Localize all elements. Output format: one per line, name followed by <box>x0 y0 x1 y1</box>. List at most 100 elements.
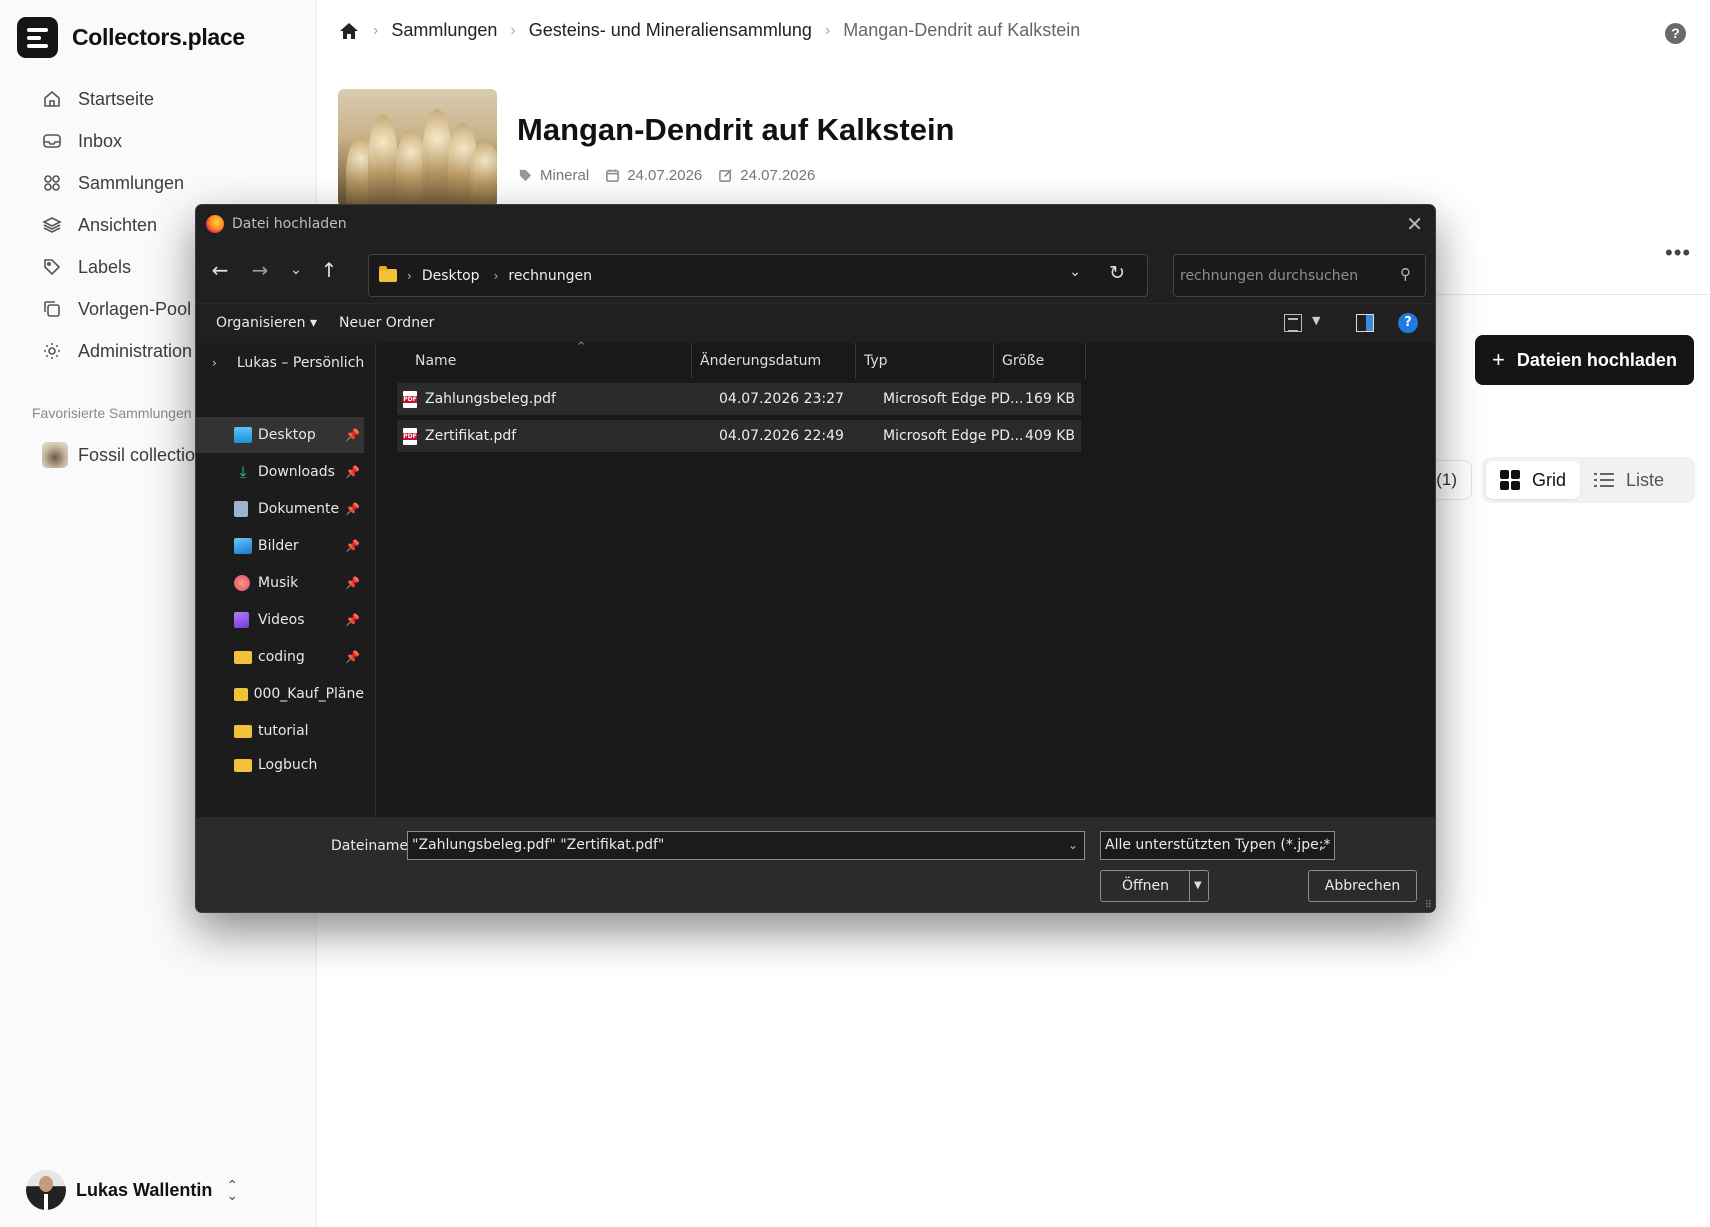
nav-item-desktop[interactable]: Desktop 📌 <box>196 417 364 453</box>
column-header-label: Änderungsdatum <box>700 353 822 369</box>
pin-icon[interactable]: 📌 <box>345 502 360 516</box>
item-label[interactable]: Mineral <box>518 167 589 184</box>
pdf-file-icon <box>403 391 417 408</box>
sidebar-item-sammlungen[interactable]: Sammlungen <box>42 162 192 204</box>
file-row[interactable]: Zertifikat.pdf 04.07.2026 22:49 Microsof… <box>397 420 1081 452</box>
new-folder-button[interactable]: Neuer Ordner <box>339 315 434 331</box>
split-divider <box>1189 871 1190 901</box>
file-row[interactable]: Zahlungsbeleg.pdf 04.07.2026 23:27 Micro… <box>397 383 1081 415</box>
nav-item-musik[interactable]: Musik 📌 <box>196 565 364 601</box>
upload-files-button[interactable]: + Dateien hochladen <box>1475 335 1694 385</box>
nav-item-label: coding <box>258 649 305 665</box>
forward-arrow-icon[interactable]: → <box>246 256 274 284</box>
column-header-type[interactable]: Typ <box>856 343 994 379</box>
open-options-chevron-icon[interactable]: ▼ <box>1194 871 1202 901</box>
view-mode-icon[interactable] <box>1284 314 1302 332</box>
files-count-tab[interactable]: (1) <box>1430 460 1472 500</box>
created-date-text: 24.07.2026 <box>627 167 703 184</box>
chevron-down-icon[interactable]: ▼ <box>1312 314 1320 327</box>
organize-menu[interactable]: Organisieren ▾ <box>216 315 317 331</box>
nav-item-onedrive[interactable]: › Lukas – Persönlich <box>196 345 364 381</box>
filetype-select[interactable]: Alle unterstützten Typen (*.jpe;* ⌄ <box>1100 831 1335 860</box>
nav-item-coding[interactable]: coding 📌 <box>196 639 364 675</box>
nav-item-kauf-plaene[interactable]: 000_Kauf_Pläne <box>196 676 364 712</box>
plus-icon: + <box>1492 347 1505 372</box>
help-icon[interactable]: ? <box>1398 313 1418 333</box>
nav-item-downloads[interactable]: ⤓ Downloads 📌 <box>196 454 364 490</box>
tag-icon <box>44 259 61 276</box>
sidebar-item-label: Labels <box>78 256 132 277</box>
column-header-date[interactable]: Änderungsdatum <box>692 343 856 379</box>
resize-grip-icon[interactable]: ⠿ <box>1425 900 1432 911</box>
desktop-icon <box>234 427 252 443</box>
pin-icon[interactable]: 📌 <box>345 650 360 664</box>
sidebar-item-vorlagen-pool[interactable]: Vorlagen-Pool <box>42 288 192 330</box>
home-icon[interactable] <box>338 21 360 41</box>
filename-input[interactable]: "Zahlungsbeleg.pdf" "Zertifikat.pdf" ⌄ <box>407 831 1085 860</box>
music-icon <box>234 575 250 591</box>
sidebar-item-inbox[interactable]: Inbox <box>42 120 192 162</box>
open-button[interactable]: Öffnen ▼ <box>1100 870 1209 902</box>
path-segment[interactable]: Desktop <box>422 268 480 284</box>
path-segment[interactable]: rechnungen <box>508 268 592 284</box>
calendar-icon <box>606 169 620 182</box>
dialog-titlebar[interactable]: Datei hochladen ✕ <box>196 205 1435 243</box>
preview-pane-icon[interactable] <box>1356 314 1374 332</box>
pin-icon[interactable]: 📌 <box>345 428 360 442</box>
recent-locations-chevron-icon[interactable]: ⌄ <box>282 256 310 284</box>
chevron-down-icon[interactable]: ⌄ <box>1068 832 1078 859</box>
more-options-icon[interactable]: ••• <box>1665 240 1691 266</box>
nav-item-label: Desktop <box>258 427 316 443</box>
item-image[interactable] <box>338 89 497 207</box>
file-modified: 04.07.2026 22:49 <box>719 428 844 444</box>
sidebar-item-administration[interactable]: Administration <box>42 330 192 372</box>
open-button-label: Öffnen <box>1122 878 1170 894</box>
nav-item-logbuch[interactable]: Logbuch <box>196 747 364 783</box>
pin-icon[interactable]: 📌 <box>345 539 360 553</box>
file-name: Zahlungsbeleg.pdf <box>425 391 556 407</box>
breadcrumb-item[interactable]: Gesteins- und Mineraliensammlung <box>529 20 812 41</box>
app-logo[interactable]: Collectors.place <box>17 17 245 58</box>
chevron-down-icon[interactable]: ⌄ <box>1069 264 1081 280</box>
list-view-icon <box>1594 472 1615 488</box>
up-arrow-icon[interactable]: ↑ <box>315 256 343 284</box>
file-size: 409 KB <box>1025 428 1075 444</box>
chevron-down-icon: ⌄ <box>1317 838 1328 852</box>
sidebar-item-label: Ansichten <box>78 214 158 235</box>
folder-search-input[interactable]: rechnungen durchsuchen ⚲ <box>1173 254 1426 297</box>
pin-icon[interactable]: 📌 <box>345 613 360 627</box>
sidebar-item-labels[interactable]: Labels <box>42 246 192 288</box>
breadcrumb-item[interactable]: Sammlungen <box>391 20 497 41</box>
filename-value: "Zahlungsbeleg.pdf" "Zertifikat.pdf" <box>412 837 665 853</box>
favorite-item-fossil[interactable]: Fossil collection <box>42 442 205 468</box>
back-arrow-icon[interactable]: ← <box>206 256 234 284</box>
file-list: ^ Name Änderungsdatum Typ Größe Zahlungs… <box>377 341 1435 817</box>
nav-item-label: Downloads <box>258 464 335 480</box>
close-icon[interactable]: ✕ <box>1406 212 1423 236</box>
upload-files-label: Dateien hochladen <box>1516 349 1677 370</box>
pin-icon[interactable]: 📌 <box>345 576 360 590</box>
nav-item-label: Videos <box>258 612 305 628</box>
user-menu[interactable]: Lukas Wallentin ⌃ ⌄ <box>26 1170 238 1210</box>
nav-item-videos[interactable]: Videos 📌 <box>196 602 364 638</box>
cancel-button[interactable]: Abbrechen <box>1308 870 1417 902</box>
chevron-right-icon: › <box>824 21 831 39</box>
favorites-heading: Favorisierte Sammlungen <box>32 405 192 421</box>
view-list-button[interactable]: Liste <box>1580 461 1678 499</box>
help-icon[interactable]: ? <box>1665 23 1686 44</box>
sidebar-item-ansichten[interactable]: Ansichten <box>42 204 192 246</box>
refresh-icon[interactable]: ↻ <box>1109 262 1125 284</box>
nav-item-bilder[interactable]: Bilder 📌 <box>196 528 364 564</box>
pin-icon[interactable]: 📌 <box>345 465 360 479</box>
address-bar[interactable]: › Desktop › rechnungen ⌄ ↻ <box>368 254 1148 297</box>
nav-item-dokumente[interactable]: Dokumente 📌 <box>196 491 364 527</box>
sidebar-nav: Startseite Inbox Sammlungen Ansichten La… <box>42 78 192 372</box>
file-type: Microsoft Edge PD... <box>883 428 1024 444</box>
file-modified: 04.07.2026 23:27 <box>719 391 844 407</box>
column-header-size[interactable]: Größe <box>994 343 1086 379</box>
nav-item-tutorial[interactable]: tutorial <box>196 713 364 749</box>
view-grid-button[interactable]: Grid <box>1486 461 1581 499</box>
column-header-name[interactable]: ^ Name <box>397 341 692 379</box>
sidebar-item-startseite[interactable]: Startseite <box>42 78 192 120</box>
user-name: Lukas Wallentin <box>76 1179 213 1200</box>
